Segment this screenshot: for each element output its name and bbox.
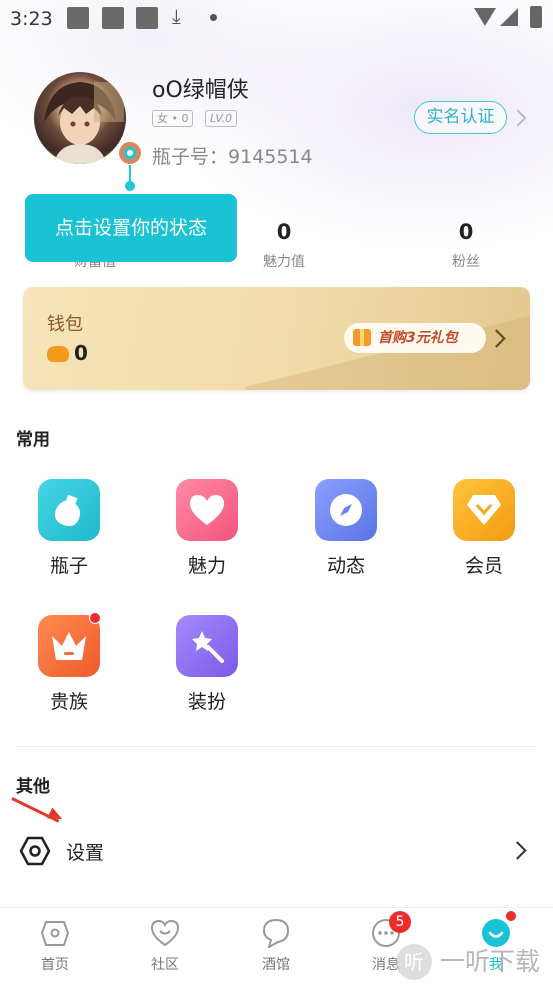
me-red-dot (506, 911, 516, 921)
bottle-icon (38, 479, 100, 541)
grid-item-member[interactable]: 会员 (434, 479, 534, 578)
wallet-title: 钱包 (47, 314, 83, 335)
crown-icon (38, 612, 101, 677)
more-notifications-icon (210, 14, 217, 21)
status-tooltip[interactable]: 点击设置你的状态 (25, 194, 237, 262)
settings-chevron-icon (508, 841, 527, 860)
grid-label-moments: 动态 (326, 555, 365, 577)
home-icon (40, 921, 70, 946)
status-time: 3:23 (10, 8, 53, 30)
grid-item-moments[interactable]: 动态 (296, 479, 396, 578)
annotation-arrow-head (47, 807, 65, 825)
fans-value[interactable]: 0 (416, 220, 516, 244)
grid-label-member: 会员 (464, 555, 503, 577)
gender-tag: 女 • 0 (152, 110, 194, 127)
nav-community[interactable]: 社区 (110, 908, 220, 984)
wand-icon (176, 615, 238, 677)
grid-item-charm[interactable]: 魅力 (157, 479, 257, 578)
shell-coin-icon (47, 346, 69, 362)
grid-label-charm: 魅力 (187, 555, 226, 577)
watermark: 听 一听下载 (392, 940, 553, 984)
download-icon: ⤓ (172, 4, 181, 28)
wifi-icon (474, 8, 496, 26)
realname-verify-button[interactable]: 实名认证 (414, 101, 507, 134)
settings-row[interactable]: 设置 (0, 825, 553, 877)
nav-label-community: 社区 (151, 957, 179, 973)
common-section-title: 常用 (16, 430, 50, 450)
charm-label: 魅力值 (263, 254, 305, 270)
grid-item-bottle[interactable]: 瓶子 (19, 479, 119, 578)
settings-icon (19, 836, 51, 866)
avatar-image (44, 82, 124, 164)
nav-tavern[interactable]: 酒馆 (221, 908, 331, 984)
wallet-card[interactable]: 钱包 0 首购3元礼包 (23, 287, 530, 390)
fans-label: 粉丝 (452, 254, 480, 270)
signal-icon (500, 8, 518, 26)
grid-item-dressup[interactable]: 装扮 (157, 615, 257, 714)
grid-label-noble: 贵族 (49, 691, 88, 713)
grid-label-dressup: 装扮 (187, 691, 226, 713)
grid-label-bottle: 瓶子 (49, 555, 88, 577)
tavern-icon (262, 918, 290, 948)
battery-icon (530, 6, 542, 28)
noble-red-dot (89, 612, 101, 624)
grid-item-noble[interactable]: 贵族 (19, 612, 119, 714)
avatar[interactable] (34, 72, 126, 164)
heart-icon (176, 479, 238, 541)
tooltip-pointer-dot (125, 181, 135, 191)
status-badge-icon[interactable] (117, 140, 143, 166)
charm-value[interactable]: 0 (234, 220, 334, 244)
diamond-icon (453, 479, 515, 541)
other-section-title: 其他 (16, 777, 50, 797)
nav-label-tavern: 酒馆 (262, 957, 290, 973)
section-divider (16, 746, 537, 747)
nav-label-home: 首页 (41, 957, 69, 973)
notification-icon (102, 7, 124, 29)
gift-label: 首购3元礼包 (378, 330, 458, 346)
notification-icon (67, 7, 89, 29)
gift-icon (353, 329, 371, 346)
first-purchase-gift-button[interactable]: 首购3元礼包 (344, 323, 486, 353)
message-badge: 5 (389, 911, 411, 933)
compass-icon (315, 479, 377, 541)
watermark-text: 一听下载 (440, 947, 541, 976)
nav-home[interactable]: 首页 (0, 908, 110, 984)
username: oO绿帽侠 (152, 78, 249, 103)
status-bar: 3:23 ⤓ (0, 0, 553, 38)
wallet-coins: 0 (74, 341, 88, 365)
watermark-logo-icon: 听 (396, 944, 432, 980)
community-icon (150, 919, 180, 947)
settings-label: 设置 (66, 842, 105, 864)
notification-icon (136, 7, 158, 29)
bottle-id: 瓶子号：9145514 (152, 146, 313, 168)
level-tag: LV.0 (205, 110, 238, 127)
